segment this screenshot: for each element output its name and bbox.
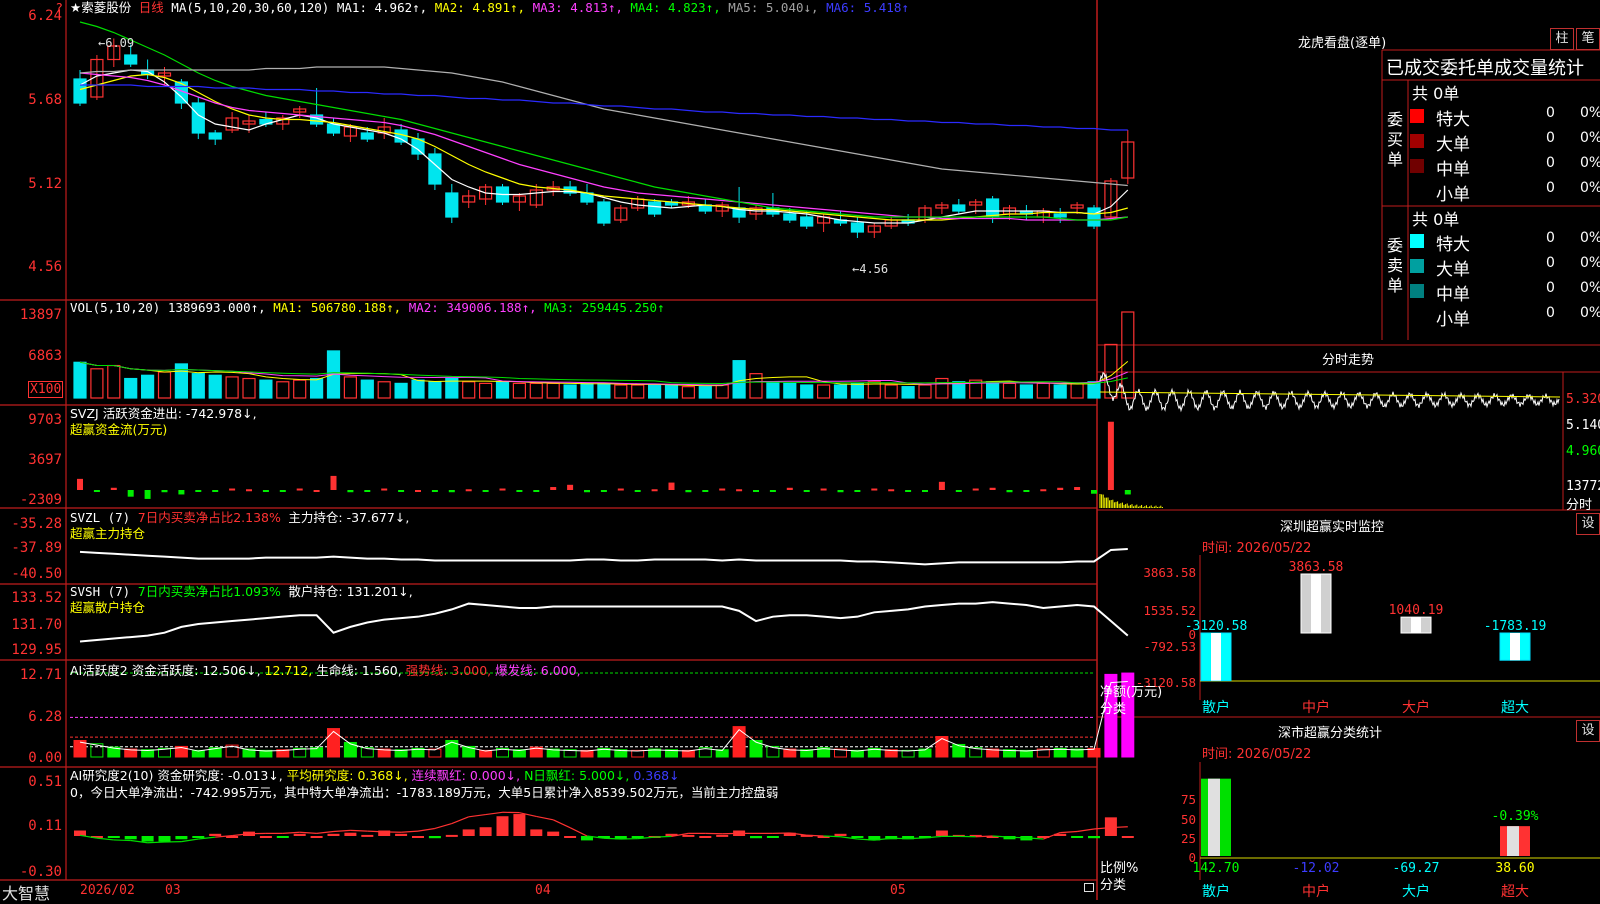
category-label: 中户 [1302, 883, 1330, 900]
classify-bar-chart: 142.70 散户 -12.02 中户 -69.27 大户 38.60 超大 -0.39% [0, 0, 1600, 900]
bar-value-label: 38.60 [1495, 861, 1534, 876]
bar-value-label: -69.27 [1393, 861, 1440, 876]
top-value-label: -0.39% [1492, 809, 1539, 824]
bar-highlight [1507, 826, 1519, 856]
bar-value-label: -12.02 [1293, 861, 1340, 876]
category-label: 超大 [1501, 884, 1529, 900]
category-label: 散户 [1202, 883, 1230, 900]
category-label: 大户 [1402, 883, 1430, 900]
bar-value-label: 142.70 [1193, 861, 1240, 876]
bar-highlight [1208, 779, 1220, 856]
